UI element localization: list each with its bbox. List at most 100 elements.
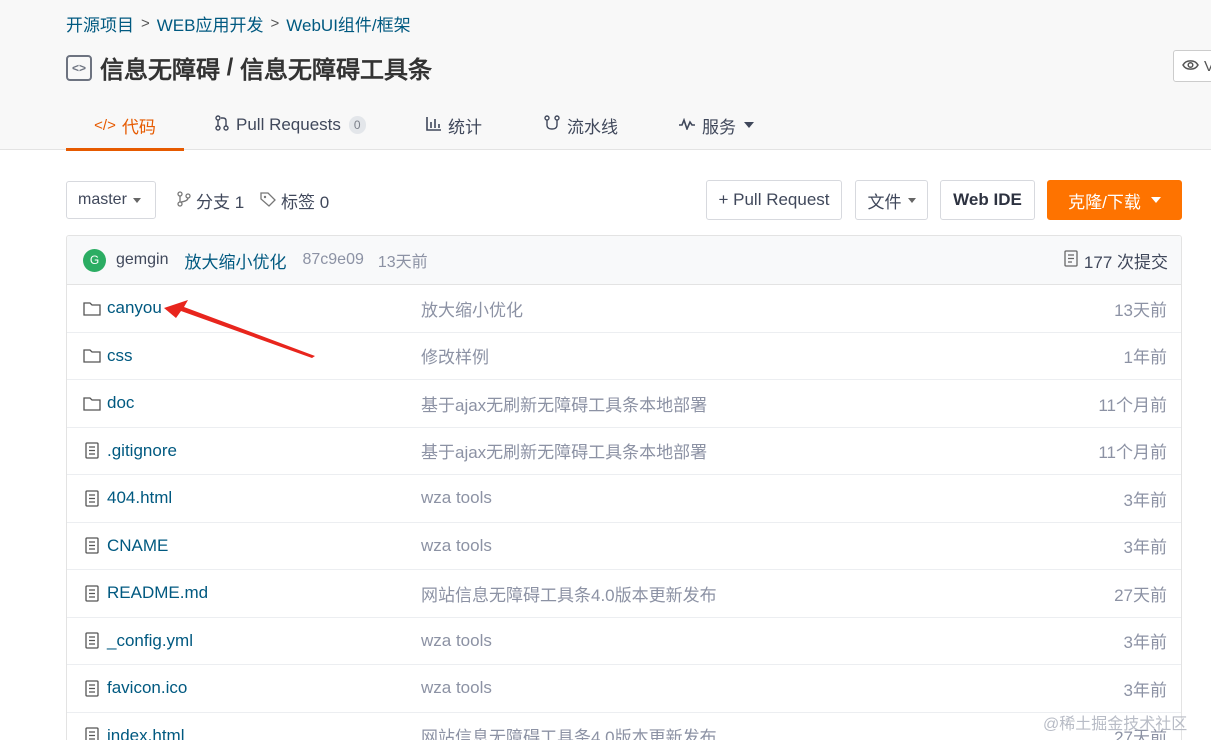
- tab-services[interactable]: 服务: [678, 100, 754, 150]
- file-commit-time: 13天前: [1114, 300, 1167, 320]
- tab-label: 服务: [702, 117, 736, 137]
- breadcrumb-separator: >: [270, 15, 280, 32]
- pulse-icon: [678, 117, 696, 134]
- file-row[interactable]: 404.html wza tools 3年前: [67, 475, 1181, 523]
- file-commit-time: 11个月前: [1098, 395, 1167, 415]
- file-row[interactable]: _config.yml wza tools 3年前: [67, 618, 1181, 665]
- chevron-down-icon: [744, 122, 754, 128]
- web-ide-button[interactable]: Web IDE: [940, 180, 1035, 220]
- file-commit-message[interactable]: wza tools: [421, 678, 492, 698]
- file-name: canyou: [107, 298, 162, 318]
- file-icon: [83, 442, 101, 459]
- tags-link[interactable]: 标签 0: [260, 180, 329, 220]
- file-commit-message[interactable]: wza tools: [421, 536, 492, 556]
- repo-tabs: </> 代码 Pull Requests 0 统计 流水线 服务: [0, 100, 1211, 151]
- tab-statistics[interactable]: 统计: [426, 100, 482, 150]
- file-commit-message[interactable]: wza tools: [421, 631, 492, 651]
- repo-owner-link[interactable]: 信息无障碍: [100, 50, 220, 85]
- file-commit-message[interactable]: 放大缩小优化: [421, 296, 523, 321]
- file-name-link[interactable]: 404.html: [83, 488, 172, 508]
- file-name: .gitignore: [107, 440, 177, 460]
- tab-label: Pull Requests: [236, 115, 341, 134]
- file-name: README.md: [107, 583, 209, 603]
- file-commit-time: 1年前: [1123, 348, 1167, 368]
- file-commit-time: 27天前: [1114, 585, 1167, 605]
- file-commit-time: 3年前: [1123, 490, 1167, 510]
- commit-count-link[interactable]: 177 次提交: [1064, 236, 1168, 285]
- file-name: css: [107, 345, 133, 365]
- commit-history-icon: [1064, 250, 1078, 271]
- file-menu-button[interactable]: 文件: [855, 180, 928, 220]
- file-commit-message[interactable]: 修改样例: [421, 343, 489, 368]
- file-name-link[interactable]: .gitignore: [83, 441, 177, 461]
- file-commit-time: 3年前: [1123, 680, 1167, 700]
- folder-icon: [83, 396, 101, 411]
- chevron-down-icon: [1150, 197, 1161, 203]
- avatar[interactable]: G: [83, 248, 106, 272]
- file-name-link[interactable]: doc: [83, 393, 134, 413]
- breadcrumb-item-web-dev[interactable]: WEB应用开发: [157, 11, 264, 36]
- tags-label: 标签 0: [281, 192, 330, 212]
- tab-label: 统计: [448, 117, 482, 137]
- file-row[interactable]: favicon.ico wza tools 3年前: [67, 665, 1181, 713]
- repo-header: 开源项目 > WEB应用开发 > WebUI组件/框架 <> 信息无障碍 / 信…: [0, 0, 1211, 151]
- tab-code[interactable]: </> 代码: [66, 100, 184, 151]
- file-row[interactable]: index.html 网站信息无障碍工具条4.0版本更新发布 27天前: [67, 713, 1181, 740]
- commit-message[interactable]: 放大缩小优化: [184, 248, 286, 273]
- file-name-link[interactable]: canyou: [83, 298, 162, 318]
- branch-icon: [176, 190, 191, 210]
- new-pull-request-button[interactable]: + Pull Request: [706, 180, 842, 220]
- tab-pipeline[interactable]: 流水线: [543, 100, 618, 150]
- file-icon: [83, 727, 101, 740]
- file-commit-message[interactable]: 基于ajax无刷新无障碍工具条本地部署: [421, 391, 707, 416]
- file-commit-message[interactable]: 基于ajax无刷新无障碍工具条本地部署: [421, 438, 707, 463]
- file-icon: [83, 537, 101, 554]
- file-name: 404.html: [107, 488, 173, 508]
- file-row[interactable]: doc 基于ajax无刷新无障碍工具条本地部署 11个月前: [67, 380, 1181, 428]
- file-commit-message[interactable]: 网站信息无障碍工具条4.0版本更新发布: [421, 581, 717, 606]
- file-name-link[interactable]: CNAME: [83, 536, 168, 556]
- breadcrumb: 开源项目 > WEB应用开发 > WebUI组件/框架: [66, 11, 411, 36]
- watermark: @稀土掘金技术社区: [1043, 716, 1188, 733]
- file-row[interactable]: canyou 放大缩小优化 13天前: [67, 285, 1181, 333]
- commit-time: 13天前: [377, 254, 428, 271]
- file-rows: canyou 放大缩小优化 13天前 css 修改样例 1年前 doc 基于ajax无刷新无障…: [67, 285, 1181, 740]
- repo-name-link[interactable]: 信息无障碍工具条: [240, 50, 432, 85]
- folder-icon: [83, 301, 101, 316]
- clone-download-button[interactable]: 克隆/下载: [1047, 180, 1182, 220]
- latest-commit-bar: G gemgin 放大缩小优化 87c9e09 13天前 177 次提交: [67, 236, 1181, 285]
- file-icon: [83, 680, 101, 697]
- file-name-link[interactable]: css: [83, 346, 133, 366]
- file-name-link[interactable]: favicon.ico: [83, 678, 187, 698]
- file-commit-time: 3年前: [1123, 538, 1167, 558]
- tag-icon: [260, 191, 276, 210]
- file-icon: [83, 632, 101, 649]
- file-name: index.html: [107, 725, 185, 740]
- commit-sha[interactable]: 87c9e09: [302, 251, 363, 269]
- file-commit-time: 3年前: [1123, 633, 1167, 653]
- file-icon: [83, 585, 101, 602]
- file-row[interactable]: CNAME wza tools 3年前: [67, 523, 1181, 570]
- file-row[interactable]: css 修改样例 1年前: [67, 333, 1181, 380]
- breadcrumb-item-open-source[interactable]: 开源项目: [66, 11, 134, 36]
- repo-toolbar: master 分支 1 标签 0 + Pull Request 文件 Web I…: [66, 180, 1182, 220]
- chevron-down-icon: [132, 197, 141, 203]
- breadcrumb-separator: >: [141, 15, 150, 32]
- file-icon: [83, 490, 101, 507]
- pull-request-icon: [214, 115, 230, 135]
- file-row[interactable]: README.md 网站信息无障碍工具条4.0版本更新发布 27天前: [67, 570, 1181, 618]
- file-menu-label: 文件: [867, 192, 902, 212]
- commit-author[interactable]: gemgin: [116, 251, 168, 269]
- file-name-link[interactable]: _config.yml: [83, 631, 193, 651]
- watch-button[interactable]: V: [1173, 50, 1211, 82]
- branches-link[interactable]: 分支 1: [176, 180, 244, 220]
- tab-pull-requests[interactable]: Pull Requests 0: [214, 100, 366, 150]
- file-commit-message[interactable]: wza tools: [421, 488, 492, 508]
- file-commit-message[interactable]: 网站信息无障碍工具条4.0版本更新发布: [421, 723, 717, 740]
- branch-select[interactable]: master: [66, 181, 156, 219]
- file-name-link[interactable]: index.html: [83, 726, 184, 740]
- file-row[interactable]: .gitignore 基于ajax无刷新无障碍工具条本地部署 11个月前: [67, 428, 1181, 475]
- breadcrumb-item-webui[interactable]: WebUI组件/框架: [286, 11, 410, 36]
- watch-label: V: [1204, 57, 1211, 75]
- file-name-link[interactable]: README.md: [83, 583, 208, 603]
